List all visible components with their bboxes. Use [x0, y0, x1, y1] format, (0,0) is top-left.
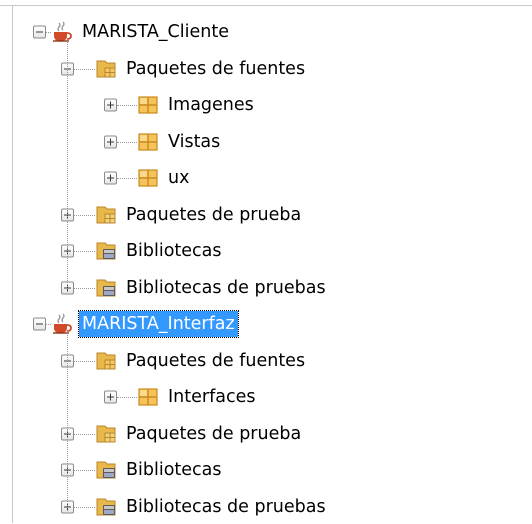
tree-node-label: MARISTA_Interfaz — [78, 310, 239, 338]
package-icon — [137, 386, 159, 408]
tree-node-label: MARISTA_Cliente — [82, 22, 229, 42]
tree-node-label: Paquetes de fuentes — [126, 350, 306, 371]
tree-node-label: Bibliotecas — [126, 241, 222, 261]
tree-connector — [74, 506, 95, 509]
tree-connector — [74, 360, 95, 363]
test-packages-folder-icon — [95, 204, 117, 226]
expand-toggle-icon[interactable] — [104, 171, 117, 185]
package-icon — [137, 94, 159, 116]
java-project-icon — [51, 313, 73, 335]
expand-toggle-icon[interactable] — [104, 98, 117, 112]
tree-connector — [74, 470, 95, 472]
tree-connector — [117, 105, 137, 107]
tree-node-label: Interfaces — [168, 387, 256, 407]
tree-connector — [74, 251, 95, 253]
tree-node-bibliotecas-de-pruebas[interactable]: Bibliotecas de pruebas — [0, 271, 532, 305]
collapse-toggle-icon[interactable] — [33, 317, 46, 331]
tree-connector — [74, 68, 95, 71]
tree-node-interfaces[interactable]: Interfaces — [0, 380, 532, 414]
tree-node-label: Paquetes de fuentes — [126, 58, 306, 79]
tree-node-label: ux — [168, 168, 190, 188]
tree-connector — [74, 433, 95, 436]
tree-node-paquetes-de-fuentes[interactable]: Paquetes de fuentes — [0, 52, 532, 86]
tree-node-label: Paquetes de prueba — [126, 204, 302, 225]
expand-toggle-icon[interactable] — [104, 390, 117, 404]
libraries-folder-icon — [95, 459, 117, 481]
tree-node-bibliotecas[interactable]: Bibliotecas — [0, 234, 532, 268]
tree-node-ux[interactable]: ux — [0, 161, 532, 195]
libraries-folder-icon — [95, 277, 117, 299]
tree-connector — [74, 214, 95, 217]
tree-node-bibliotecas[interactable]: Bibliotecas — [0, 453, 532, 487]
package-icon — [137, 131, 159, 153]
source-packages-folder-icon — [95, 350, 117, 372]
tree-node-label: Imagenes — [168, 95, 254, 115]
libraries-folder-icon — [95, 496, 117, 518]
tree-connector — [117, 141, 137, 144]
tree-guide-line — [67, 41, 68, 289]
source-packages-folder-icon — [95, 58, 117, 80]
libraries-folder-icon — [95, 240, 117, 262]
package-icon — [137, 167, 159, 189]
tree-node-paquetes-de-fuentes[interactable]: Paquetes de fuentes — [0, 344, 532, 378]
tree-node-vistas[interactable]: Vistas — [0, 125, 532, 159]
tree-node-label: Bibliotecas de pruebas — [126, 496, 326, 517]
expand-toggle-icon[interactable] — [104, 135, 117, 148]
tree-project-marista-interfaz[interactable]: MARISTA_Interfaz — [0, 307, 532, 341]
java-project-icon — [51, 21, 73, 43]
tree-connector — [74, 287, 95, 290]
test-packages-folder-icon — [95, 423, 117, 445]
tree-node-label: Paquetes de prueba — [126, 423, 302, 444]
tree-node-label: Bibliotecas de pruebas — [126, 277, 326, 298]
tree-node-imagenes[interactable]: Imagenes — [0, 88, 532, 122]
collapse-toggle-icon[interactable] — [33, 25, 46, 39]
tree-guide-line — [67, 333, 68, 508]
tree-node-label: Bibliotecas — [126, 460, 222, 480]
tree-node-paquetes-de-prueba[interactable]: Paquetes de prueba — [0, 198, 532, 232]
tree-node-label: Vistas — [168, 131, 221, 152]
tree-project-marista-cliente[interactable]: MARISTA_Cliente — [0, 15, 532, 49]
tree-connector — [117, 178, 137, 180]
window-top-border — [0, 0, 532, 6]
tree-node-paquetes-de-prueba[interactable]: Paquetes de prueba — [0, 417, 532, 451]
tree-node-bibliotecas-de-pruebas[interactable]: Bibliotecas de pruebas — [0, 490, 532, 524]
tree-connector — [117, 397, 137, 399]
